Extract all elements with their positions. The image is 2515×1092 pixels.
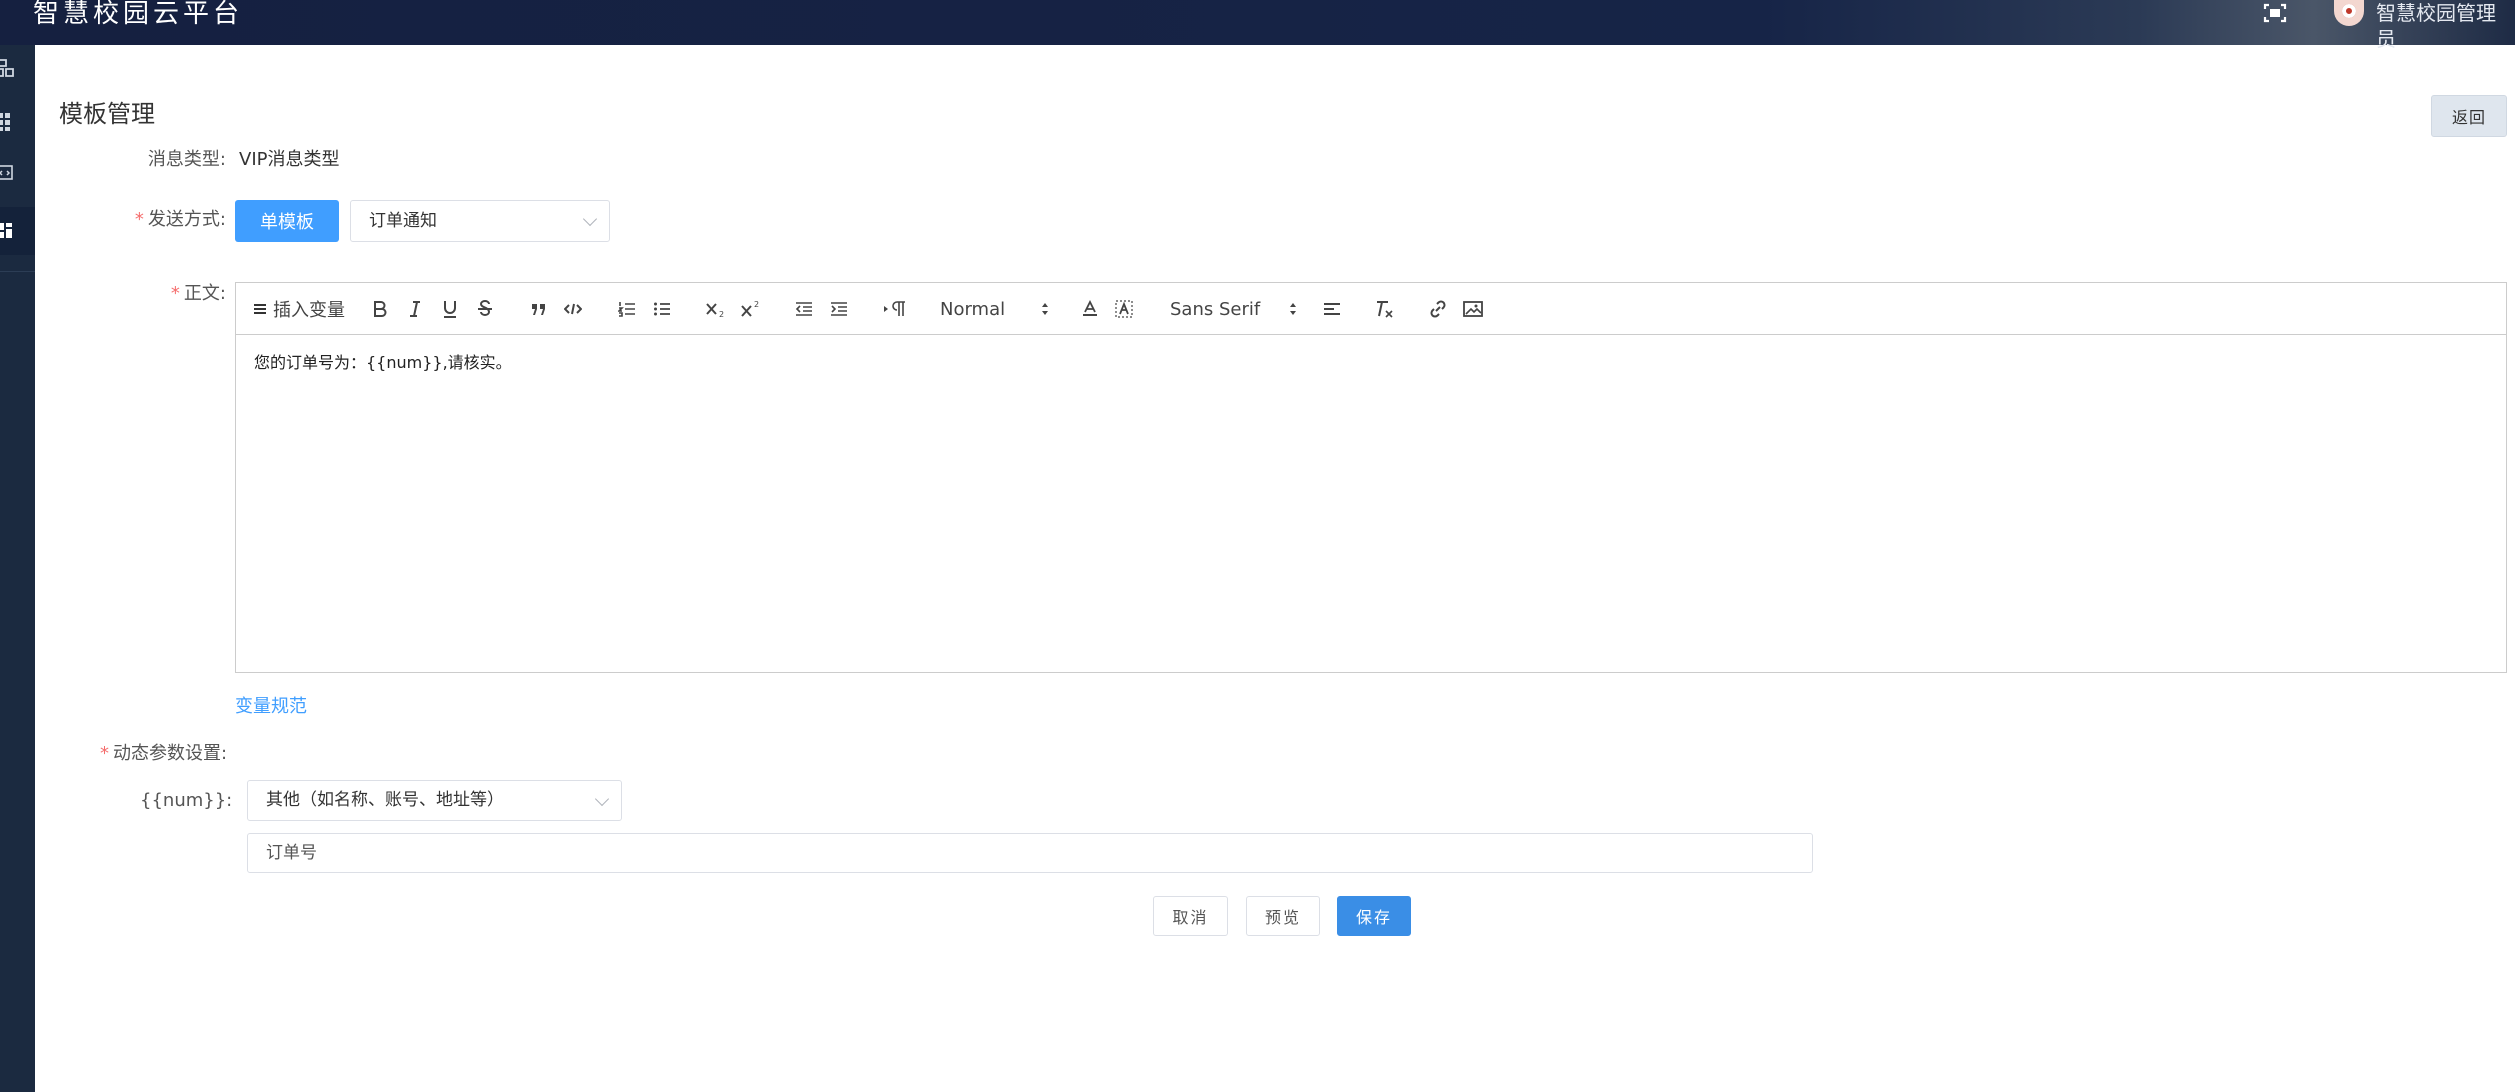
sort-arrows-icon: [1290, 303, 1296, 315]
template-select[interactable]: 订单通知: [350, 200, 610, 242]
strikethrough-icon: [478, 300, 492, 316]
grid-icon: [0, 113, 10, 131]
link-icon: [1430, 300, 1446, 318]
save-button[interactable]: 保存: [1337, 896, 1411, 936]
superscript-icon: 2: [741, 300, 759, 317]
link-button[interactable]: [1427, 296, 1449, 322]
outdent-icon: [795, 302, 812, 316]
bullet-list-icon: [654, 302, 670, 316]
code-icon: [564, 303, 582, 315]
required-mark: *: [134, 209, 144, 230]
chevron-down-icon: [594, 791, 610, 806]
italic-icon: [410, 301, 420, 317]
preview-button[interactable]: 预览: [1246, 896, 1320, 936]
sidebar: [0, 45, 35, 1092]
menu-icon: [254, 304, 266, 314]
cancel-button[interactable]: 取消: [1153, 896, 1228, 936]
message-type-value: VIP消息类型: [239, 149, 340, 170]
indent-icon: [831, 302, 847, 316]
structure-icon: [0, 59, 14, 77]
underline-button[interactable]: [439, 296, 461, 322]
bullet-list-button[interactable]: [651, 296, 673, 322]
background-color-button[interactable]: [1113, 296, 1135, 322]
variable-rules-link[interactable]: 变量规范: [235, 692, 307, 718]
text-direction-button[interactable]: [882, 296, 908, 322]
send-method-label: * 发送方式:: [134, 209, 226, 230]
sort-arrows-icon: [1042, 303, 1048, 315]
required-mark: *: [100, 743, 109, 764]
highlight-icon: [1115, 300, 1133, 318]
italic-button[interactable]: [404, 296, 426, 322]
body-label: * 正文:: [170, 283, 226, 304]
code-block-button[interactable]: [562, 296, 584, 322]
single-template-button[interactable]: 单模板: [235, 200, 339, 242]
text-color-icon: [1083, 300, 1097, 316]
font-select[interactable]: Sans Serif: [1170, 296, 1298, 322]
text-color-button[interactable]: [1079, 296, 1101, 322]
sidebar-item-code[interactable]: [0, 153, 35, 193]
sidebar-item-templates[interactable]: [0, 207, 35, 255]
top-bar: 智慧校园云平台 智慧校园管理员: [0, 0, 2515, 51]
dynamic-params-label: * 动态参数设置:: [100, 743, 228, 764]
outdent-button[interactable]: [793, 296, 815, 322]
underline-icon: [444, 301, 456, 318]
superscript-button[interactable]: 2: [739, 296, 763, 322]
bold-button[interactable]: [369, 296, 391, 322]
sidebar-item-apps[interactable]: [0, 101, 35, 141]
param-type-value: 其他（如名称、账号、地址等）: [266, 790, 504, 810]
param-num-label: {{num}}:: [140, 790, 233, 811]
blockquote-button[interactable]: [528, 296, 550, 322]
sidebar-item-structure[interactable]: [0, 48, 35, 88]
image-button[interactable]: [1462, 296, 1484, 322]
editor-content[interactable]: 您的订单号为：{{num}},请核实。: [254, 349, 512, 373]
template-select-value: 订单通知: [369, 211, 437, 231]
align-button[interactable]: [1321, 296, 1343, 322]
page-title: 模板管理: [59, 100, 155, 128]
insert-variable-button[interactable]: 插入变量: [253, 296, 345, 322]
editor-toolbar: 插入变量 2 2 Normal Sans Serif: [236, 283, 2506, 335]
svg-text:2: 2: [754, 300, 759, 309]
clear-format-button[interactable]: [1373, 296, 1397, 322]
user-name[interactable]: 智慧校园管理员: [2376, 0, 2515, 52]
code-icon: [0, 165, 13, 180]
dashboard-icon: [0, 223, 12, 238]
image-icon: [1463, 301, 1483, 317]
ordered-list-icon: [618, 302, 635, 317]
paragraph-rtl-icon: [884, 301, 905, 316]
param-value-input[interactable]: 订单号: [247, 833, 1813, 873]
message-type-label: 消息类型:: [147, 149, 226, 170]
quote-icon: [532, 304, 545, 315]
bold-icon: [374, 301, 387, 317]
back-button[interactable]: 返回: [2431, 95, 2507, 137]
required-mark: *: [170, 283, 180, 304]
fullscreen-icon[interactable]: [2262, 2, 2288, 24]
clear-format-icon: [1377, 301, 1393, 318]
rich-text-editor: 插入变量 2 2 Normal Sans Serif 您的订单号为：{{num}…: [235, 282, 2507, 673]
app-title: 智慧校园云平台: [33, 0, 244, 29]
avatar[interactable]: [2334, 0, 2364, 26]
strike-button[interactable]: [474, 296, 496, 322]
subscript-button[interactable]: 2: [704, 296, 728, 322]
align-left-icon: [1324, 303, 1340, 315]
chevron-down-icon: [582, 211, 598, 227]
size-select[interactable]: Normal: [940, 296, 1050, 322]
subscript-icon: 2: [706, 303, 724, 318]
ordered-list-button[interactable]: [616, 296, 638, 322]
svg-text:2: 2: [719, 310, 724, 318]
indent-button[interactable]: [828, 296, 850, 322]
param-type-select[interactable]: 其他（如名称、账号、地址等）: [247, 780, 622, 821]
